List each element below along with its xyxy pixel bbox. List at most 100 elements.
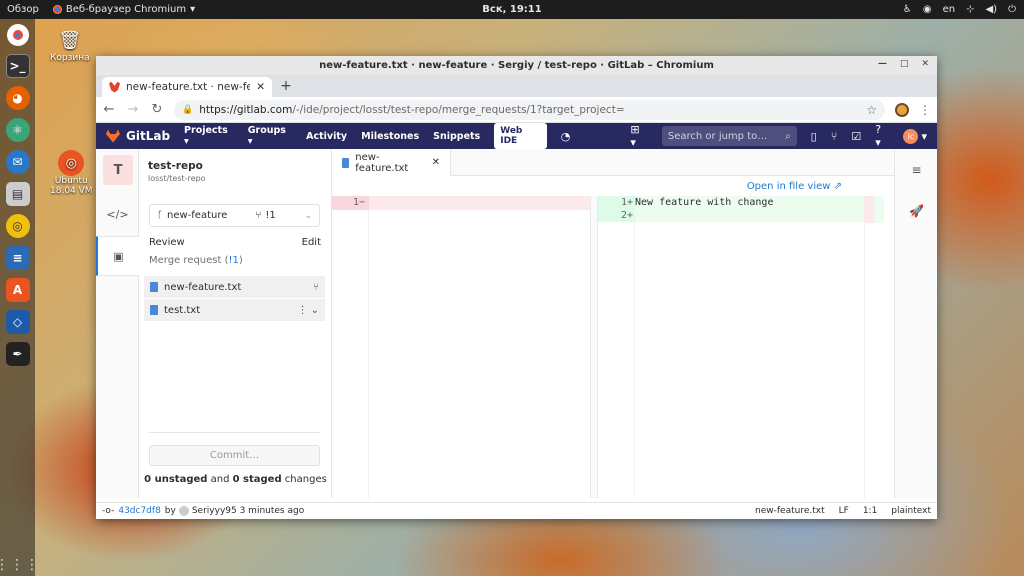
merge-request-link[interactable]: !1 [229,255,239,266]
accessibility-icon[interactable]: ♿ [903,4,912,15]
close-icon[interactable]: ✕ [432,157,440,168]
nav-projects[interactable]: Projects ▾ [184,125,234,147]
files-dock-icon[interactable]: ▤ [5,182,30,206]
atom-dock-icon[interactable]: ⚛ [5,118,30,142]
file-icon [342,157,350,168]
file-item[interactable]: test.txt ⋮ ⌄ [144,299,325,321]
tab-strip: new-feature.txt · new-fea ✕ + [96,75,937,97]
ide-status-bar: -o- 43dc7df8 by Seriyyy95 3 minutes ago … [96,502,937,519]
editor-tab-title: new-feature.txt [355,151,409,174]
merge-request-line: Merge request (!1) [149,255,243,266]
software-dock-icon[interactable]: A [5,278,30,302]
search-input[interactable]: Search or jump to… ⌕ [661,126,797,146]
minimize-icon[interactable]: — [878,59,887,69]
overview-added-mark [874,196,884,223]
tab-title: new-feature.txt · new-fea [126,81,251,93]
pipeline-rocket-icon[interactable]: 🚀 [895,204,938,218]
browser-window: new-feature.txt · new-feature · Sergiy /… [96,56,937,519]
bookmark-star-icon[interactable]: ☆ [866,103,877,117]
writer-dock-icon[interactable]: ≡ [5,246,30,270]
ubuntu-time-label: 18.04 VM [50,186,93,196]
show-apps-icon[interactable]: ⋮⋮⋮ [0,558,40,572]
app-menu[interactable]: Веб-браузер Chromium ▾ [52,4,196,15]
terminal-dock-icon[interactable]: >_ [5,54,30,78]
merge-request-icon: ⑂ [313,281,319,293]
commit-sha-link[interactable]: 43dc7df8 [118,506,160,516]
diff-view[interactable]: 1− 1+ New feature with change 2+ [332,196,894,498]
system-top-bar: Обзор Веб-браузер Chromium ▾ Вск, 19:11 … [0,0,1024,19]
nav-milestones[interactable]: Milestones [361,131,419,142]
back-icon[interactable]: ← [102,102,116,117]
todos-icon[interactable]: ☑ [851,130,861,143]
web-ide-button[interactable]: Web IDE [494,123,547,149]
user-menu[interactable]: ⅼc ▾ [903,128,927,144]
performance-icon[interactable]: ◔ [561,130,571,143]
merge-requests-icon[interactable]: ⑂ [831,130,838,143]
inkscape-dock-icon[interactable]: ✒ [5,342,30,366]
activities-button[interactable]: Обзор [7,4,39,15]
firefox-dock-icon[interactable]: ◕ [5,86,30,110]
search-placeholder: Search or jump to… [667,130,768,142]
address-bar[interactable]: 🔒 https://gitlab.com/-/ide/project/losst… [174,99,885,120]
nav-snippets[interactable]: Snippets [433,131,480,142]
author-time: Seriyyy95 3 minutes ago [191,506,305,516]
maximize-icon[interactable]: □ [900,59,909,69]
gitlab-favicon-icon [109,81,120,93]
browser-tab[interactable]: new-feature.txt · new-fea ✕ [102,77,272,97]
trash-desktop-icon[interactable]: 🗑 Корзина [50,27,90,64]
file-outline-icon[interactable]: ≡ [895,163,938,177]
edit-mode-icon[interactable]: </> [96,194,139,234]
ide-right-bar: ≡ 🚀 [894,149,937,498]
ide-activity-bar: T </> ▣ [96,149,139,498]
diff-divider [590,196,598,498]
merge-request-icon: ⑂ [255,210,262,221]
file-icon [150,282,158,292]
thunderbird-dock-icon[interactable]: ✉ [5,150,30,174]
chevron-down-icon: ▾ [190,4,196,15]
file-item[interactable]: new-feature.txt ⑂ [144,276,325,298]
new-item-icon[interactable]: ⊞ ▾ [630,123,648,149]
gitlab-logo[interactable]: GitLab [106,129,170,143]
chromium-dock-icon[interactable] [6,24,29,46]
close-icon[interactable]: ✕ [921,59,929,69]
file-icon [150,305,158,315]
ruler [864,196,865,498]
language-indicator[interactable]: en [943,4,956,15]
commit-button[interactable]: Commit… [149,445,320,466]
forward-icon[interactable]: → [126,102,140,117]
lock-icon[interactable]: 🔒 [182,105,193,115]
file-name: test.txt [164,304,201,316]
volume-icon[interactable]: ◀) [985,4,997,15]
branch-name: new-feature [167,210,228,221]
window-titlebar[interactable]: new-feature.txt · new-feature · Sergiy /… [96,56,937,75]
changes-summary: 0 unstaged and 0 staged changes [144,474,327,485]
rhythmbox-dock-icon[interactable]: ◎ [5,214,30,238]
ubuntu-desktop-icon[interactable]: ◎ Ubuntu 18.04 VM [50,150,93,196]
virtualbox-dock-icon[interactable]: ◇ [5,310,30,334]
nav-activity[interactable]: Activity [306,131,347,142]
project-name[interactable]: test-repo [148,160,203,172]
profile-avatar[interactable] [895,102,909,117]
browser-menu-icon[interactable]: ⋮ [919,103,931,117]
line-number: 2+ [598,209,635,222]
editor-tab[interactable]: new-feature.txt ✕ [332,149,451,176]
reload-icon[interactable]: ↻ [150,102,164,117]
project-path: losst/test-repo [148,174,206,183]
open-in-file-view-link[interactable]: Open in file view ⇗ [747,181,842,192]
network-icon[interactable]: ⊹ [966,4,974,15]
review-mode-icon[interactable]: ▣ [96,236,139,276]
power-icon[interactable]: ⏻ [1008,4,1016,15]
branch-selector[interactable]: ᚴ new-feature ⑂ !1 ⌄ [149,204,320,227]
url-path: /-/ide/project/losst/test-repo/merge_req… [292,103,625,116]
edit-button[interactable]: Edit [302,237,321,248]
help-icon[interactable]: ? ▾ [875,123,889,149]
file-actions-icon[interactable]: ⋮ ⌄ [297,305,319,316]
browser-indicator-icon[interactable]: ◉ [923,4,932,15]
issues-icon[interactable]: ▯ [811,130,817,143]
clock[interactable]: Вск, 19:11 [482,4,541,15]
project-avatar[interactable]: T [103,155,133,185]
new-tab-button[interactable]: + [276,76,296,96]
commit-icon: -o- [102,506,115,516]
nav-groups[interactable]: Groups ▾ [248,125,292,147]
tab-close-icon[interactable]: ✕ [256,81,265,93]
